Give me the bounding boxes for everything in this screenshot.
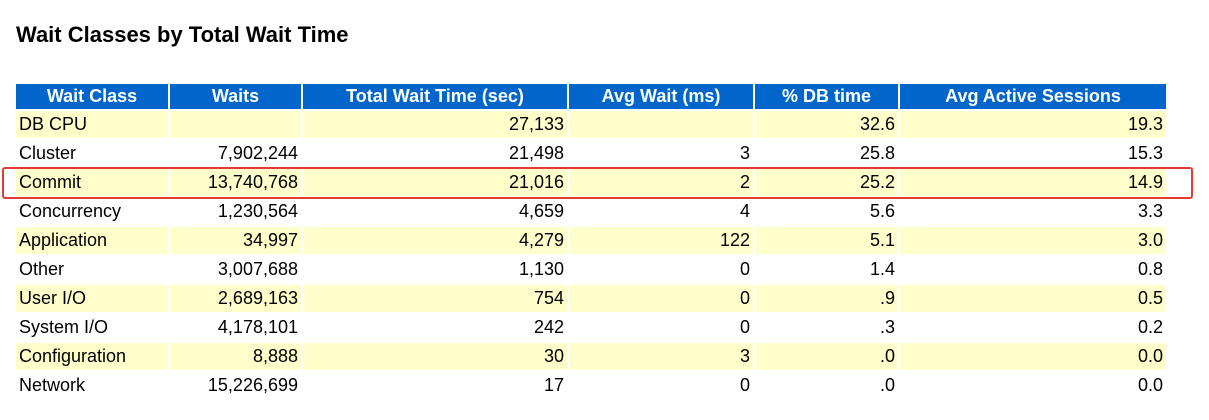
cell-avg-active-sessions: 0.8 [1137, 259, 1163, 279]
cell-avg-wait: 0 [739, 317, 750, 337]
cell-waits [170, 111, 301, 138]
cell-pct-db-time: .9 [755, 285, 898, 312]
cell-wait-class: Commit [16, 169, 168, 196]
column-header-waits: Waits [170, 84, 301, 109]
cell-total-wait-time: 21,498 [508, 143, 564, 163]
cell-avg-active-sessions: 0.2 [1137, 317, 1163, 337]
column-header-pct-db-time: % DB time [755, 84, 898, 109]
column-header-avg-active-sessions: Avg Active Sessions [900, 84, 1166, 109]
cell-waits: 15,226,699 [207, 375, 298, 395]
cell-pct-db-time: 25.8 [859, 143, 895, 163]
cell-wait-class: Cluster [19, 143, 77, 163]
column-header-total-wait-time: Total Wait Time (sec) [303, 84, 567, 109]
page-title: Wait Classes by Total Wait Time [16, 22, 349, 47]
cell-wait-class: System I/O [19, 317, 109, 337]
cell-pct-db-time: 5.6 [869, 201, 895, 221]
cell-avg-wait: 0 [739, 375, 750, 395]
cell-avg-active-sessions: 14.9 [900, 169, 1166, 196]
table-header-row: Wait Class Waits Total Wait Time (sec) A… [16, 84, 1166, 109]
cell-waits: 7,902,244 [217, 143, 298, 163]
cell-pct-db-time: 25.2 [755, 169, 898, 196]
cell-avg-active-sessions: 15.3 [1127, 143, 1163, 163]
cell-avg-wait: 3 [739, 143, 750, 163]
cell-avg-wait: 4 [739, 201, 750, 221]
table-row: Configuration 8,888 30 3 .0 0.0 [16, 343, 1166, 370]
cell-avg-active-sessions: 3.3 [1137, 201, 1163, 221]
cell-waits: 4,178,101 [217, 317, 298, 337]
wait-classes-table: Wait Class Waits Total Wait Time (sec) A… [14, 82, 1168, 401]
cell-pct-db-time: .0 [879, 375, 895, 395]
cell-waits: 2,689,163 [170, 285, 301, 312]
cell-avg-active-sessions: 19.3 [900, 111, 1166, 138]
cell-avg-wait [569, 111, 753, 138]
cell-waits: 8,888 [170, 343, 301, 370]
cell-total-wait-time: 4,659 [518, 201, 564, 221]
table-row: Application 34,997 4,279 122 5.1 3.0 [16, 227, 1166, 254]
table-row: DB CPU 27,133 32.6 19.3 [16, 111, 1166, 138]
cell-wait-class: User I/O [16, 285, 168, 312]
cell-wait-class: Other [19, 259, 65, 279]
cell-avg-active-sessions: 3.0 [900, 227, 1166, 254]
cell-pct-db-time: .0 [755, 343, 898, 370]
column-header-wait-class: Wait Class [16, 84, 168, 109]
cell-avg-wait: 2 [569, 169, 753, 196]
cell-waits: 34,997 [170, 227, 301, 254]
cell-avg-wait: 0 [739, 259, 750, 279]
cell-total-wait-time: 4,279 [303, 227, 567, 254]
cell-total-wait-time: 27,133 [303, 111, 567, 138]
cell-wait-class: Configuration [16, 343, 168, 370]
cell-pct-db-time: 5.1 [755, 227, 898, 254]
table-row: System I/O 4,178,101 242 0 .3 0.2 [16, 314, 1166, 341]
table-row-highlighted: Commit 13,740,768 21,016 2 25.2 14.9 [16, 169, 1166, 196]
cell-pct-db-time: .3 [879, 317, 895, 337]
cell-avg-wait: 0 [569, 285, 753, 312]
cell-wait-class: Network [19, 375, 86, 395]
cell-total-wait-time: 21,016 [303, 169, 567, 196]
cell-wait-class: DB CPU [16, 111, 168, 138]
cell-avg-active-sessions: 0.0 [900, 343, 1166, 370]
cell-avg-wait: 3 [569, 343, 753, 370]
cell-avg-active-sessions: 0.5 [900, 285, 1166, 312]
cell-total-wait-time: 17 [543, 375, 564, 395]
cell-total-wait-time: 30 [303, 343, 567, 370]
cell-pct-db-time: 1.4 [869, 259, 895, 279]
column-header-avg-wait: Avg Wait (ms) [569, 84, 753, 109]
table-row: Other 3,007,688 1,130 0 1.4 0.8 [16, 256, 1166, 283]
cell-avg-wait: 122 [569, 227, 753, 254]
cell-wait-class: Concurrency [19, 201, 122, 221]
cell-pct-db-time: 32.6 [755, 111, 898, 138]
table-row: User I/O 2,689,163 754 0 .9 0.5 [16, 285, 1166, 312]
cell-waits: 3,007,688 [217, 259, 298, 279]
table-row: Cluster 7,902,244 21,498 3 25.8 15.3 [16, 140, 1166, 167]
wait-classes-table-wrapper: Wait Class Waits Total Wait Time (sec) A… [16, 82, 1168, 401]
cell-avg-active-sessions: 0.0 [1137, 375, 1163, 395]
cell-wait-class: Application [16, 227, 168, 254]
cell-waits: 1,230,564 [217, 201, 298, 221]
cell-total-wait-time: 754 [303, 285, 567, 312]
table-row: Network 15,226,699 17 0 .0 0.0 [16, 372, 1166, 399]
cell-total-wait-time: 242 [533, 317, 564, 337]
table-row: Concurrency 1,230,564 4,659 4 5.6 3.3 [16, 198, 1166, 225]
cell-total-wait-time: 1,130 [518, 259, 564, 279]
cell-waits: 13,740,768 [170, 169, 301, 196]
